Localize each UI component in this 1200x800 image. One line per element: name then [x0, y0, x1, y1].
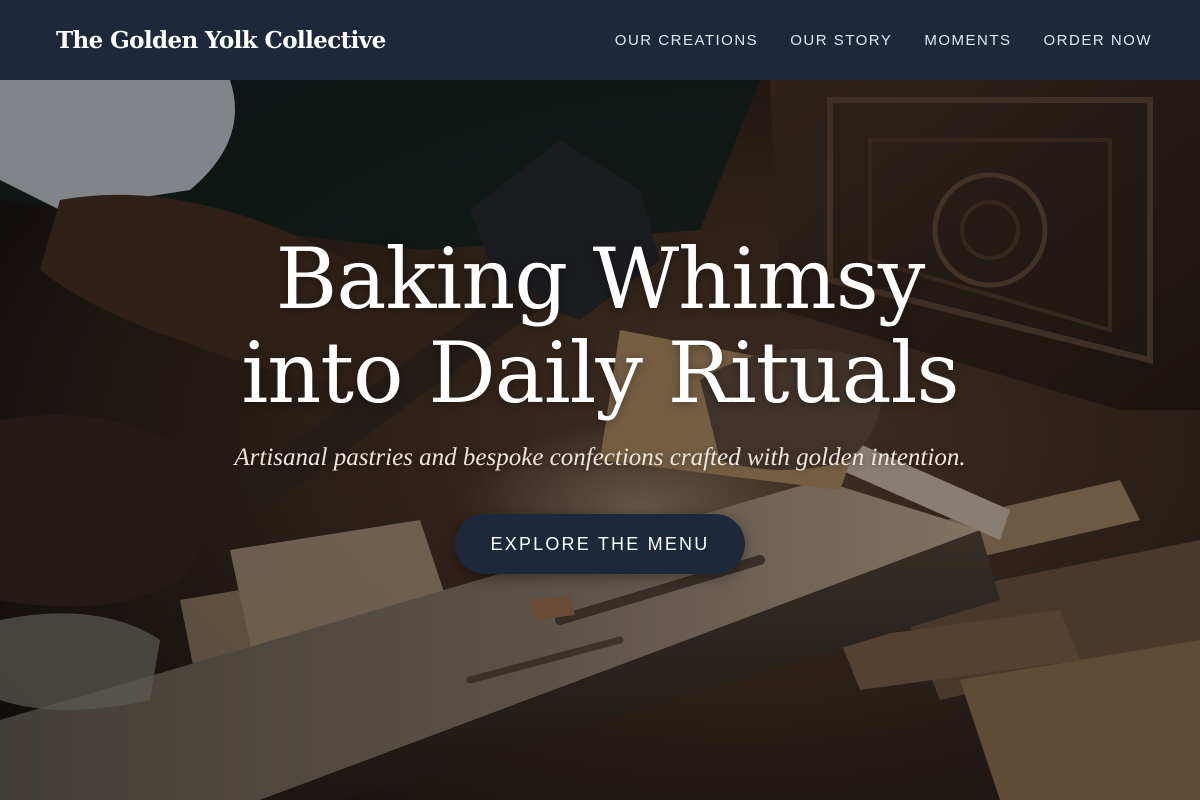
hero-title-line-2: into Daily Rituals	[241, 324, 959, 422]
site-header: The Golden Yolk Collective OUR CREATIONS…	[0, 0, 1200, 80]
nav-link-moments[interactable]: MOMENTS	[924, 32, 1011, 49]
brand-logo[interactable]: The Golden Yolk Collective	[56, 27, 386, 54]
hero-title: Baking Whimsy into Daily Rituals	[0, 232, 1200, 420]
explore-menu-button[interactable]: EXPLORE THE MENU	[455, 514, 745, 574]
hero-subtitle: Artisanal pastries and bespoke confectio…	[234, 444, 966, 471]
hero-section: Baking Whimsy into Daily Rituals Artisan…	[0, 80, 1200, 800]
hero-title-line-1: Baking Whimsy	[275, 230, 926, 328]
nav-link-our-creations[interactable]: OUR CREATIONS	[615, 32, 758, 49]
nav-link-order-now[interactable]: ORDER NOW	[1044, 32, 1153, 49]
main-nav: OUR CREATIONS OUR STORY MOMENTS ORDER NO…	[615, 32, 1152, 49]
hero-content: Baking Whimsy into Daily Rituals Artisan…	[0, 80, 1200, 800]
nav-link-our-story[interactable]: OUR STORY	[790, 32, 892, 49]
